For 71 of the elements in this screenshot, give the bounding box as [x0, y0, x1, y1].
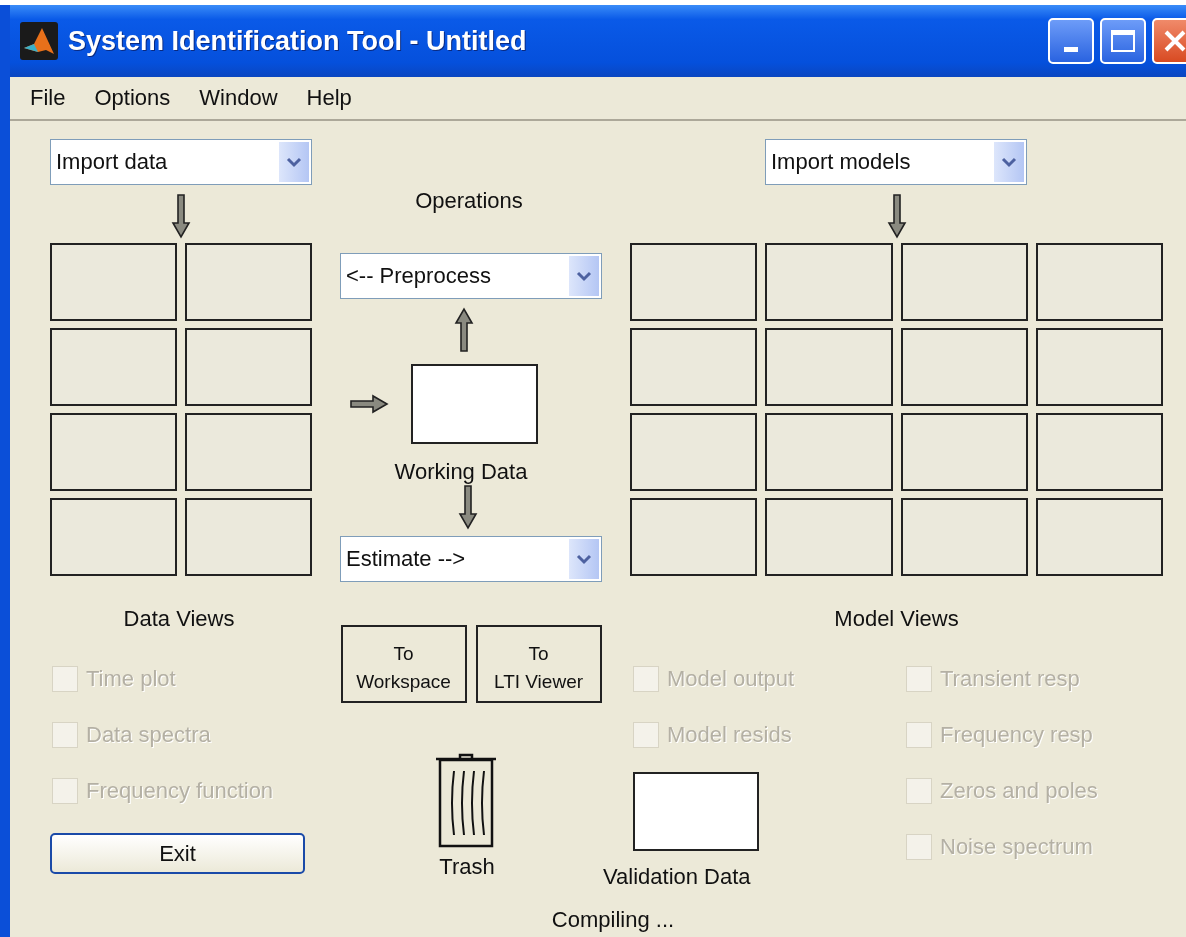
chevron-down-icon	[576, 269, 592, 283]
arrow-icon	[348, 394, 389, 414]
close-button[interactable]	[1152, 18, 1186, 64]
arrow-icon	[458, 484, 478, 530]
checkbox-label: Model resids	[667, 722, 792, 748]
checkbox-label: Frequency resp	[940, 722, 1093, 748]
plot-board[interactable]	[1035, 498, 1163, 576]
section-heading: Model Views	[834, 607, 959, 631]
dropdown[interactable]: Import data	[50, 139, 312, 185]
board-label: Working Data	[394, 460, 528, 484]
app-logo-icon	[20, 22, 58, 60]
trash-icon[interactable]	[434, 753, 498, 849]
validation-data-board[interactable]	[633, 772, 759, 851]
chevron-down-icon	[576, 552, 592, 566]
export-button[interactable]: To LTI Viewer	[475, 625, 602, 703]
plot-board[interactable]	[900, 328, 1028, 406]
minimize-icon	[1064, 46, 1078, 52]
plot-board[interactable]	[50, 243, 177, 321]
export-button[interactable]: To Workspace	[340, 625, 467, 703]
checkbox-label: Noise spectrum	[940, 834, 1093, 860]
maximize-icon	[1110, 29, 1136, 53]
chevron-down-icon	[1001, 155, 1017, 169]
plot-board[interactable]	[630, 328, 758, 406]
plot-board[interactable]	[185, 328, 312, 406]
chevron-down-icon	[286, 155, 302, 169]
menu-item[interactable]: Window	[199, 85, 291, 111]
plot-board[interactable]	[900, 413, 1028, 491]
dropdown[interactable]: Estimate -->	[340, 536, 602, 582]
window-title: System Identification Tool - Untitled	[68, 25, 527, 57]
exit-button[interactable]: Exit	[50, 833, 305, 874]
plot-board[interactable]	[765, 328, 893, 406]
board-label: Validation Data	[603, 865, 751, 889]
close-icon	[1163, 29, 1186, 53]
trash-label: Trash	[439, 855, 495, 879]
checkbox-label: Zeros and poles	[940, 778, 1098, 804]
plot-board[interactable]	[185, 498, 312, 576]
plot-board[interactable]	[630, 413, 758, 491]
section-heading: Data Views	[123, 607, 235, 631]
section-heading: Operations	[415, 189, 523, 213]
plot-board[interactable]	[185, 243, 312, 321]
minimize-button[interactable]	[1048, 18, 1094, 64]
arrow-icon	[454, 307, 474, 353]
checkbox-label: Time plot	[86, 666, 176, 692]
dropdown[interactable]: Import models	[765, 139, 1027, 185]
checkbox-label: Data spectra	[86, 722, 211, 748]
checkbox-label: Model output	[667, 666, 795, 692]
plot-board[interactable]	[630, 243, 758, 321]
working-data-board[interactable]	[410, 364, 538, 444]
plot-board[interactable]	[1035, 413, 1163, 491]
menu-item[interactable]: File	[30, 85, 79, 111]
plot-board[interactable]	[50, 328, 177, 406]
menu-item[interactable]: Help	[306, 85, 365, 111]
arrow-icon	[886, 193, 907, 239]
plot-board[interactable]	[765, 243, 893, 321]
plot-board[interactable]	[900, 498, 1028, 576]
plot-board[interactable]	[185, 413, 312, 491]
plot-board[interactable]	[900, 243, 1028, 321]
checkbox-label: Frequency function	[86, 778, 274, 804]
plot-board[interactable]	[1035, 243, 1163, 321]
maximize-button[interactable]	[1100, 18, 1146, 64]
plot-board[interactable]	[765, 413, 893, 491]
plot-board[interactable]	[765, 498, 893, 576]
dropdown[interactable]: <-- Preprocess	[340, 253, 602, 299]
menu-item[interactable]: Options	[94, 85, 184, 111]
plot-board[interactable]	[630, 498, 758, 576]
arrow-icon	[171, 193, 191, 239]
plot-board[interactable]	[50, 413, 177, 491]
plot-board[interactable]	[1035, 328, 1163, 406]
checkbox-label: Transient resp	[940, 666, 1080, 692]
plot-board[interactable]	[50, 498, 177, 576]
status-text: Compiling ...	[551, 907, 675, 932]
